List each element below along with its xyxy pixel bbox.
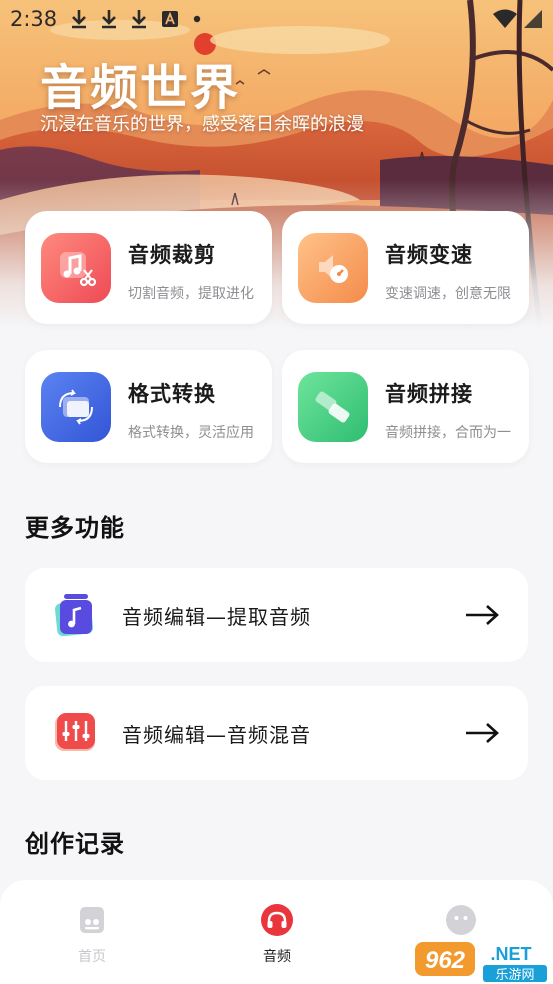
arrow-right-icon	[466, 605, 499, 625]
audio-cut-icon	[41, 233, 111, 303]
nav-tab-audio[interactable]: 音频	[237, 904, 317, 966]
feature-title: 音频裁剪	[128, 243, 216, 267]
download-icon	[102, 10, 117, 29]
section-title-records: 创作记录	[25, 830, 125, 858]
audio-merge-icon	[298, 372, 368, 442]
feature-card-audio-cut[interactable]: 音频裁剪 切割音频，提取进化	[25, 211, 272, 324]
feature-card-speed-change[interactable]: 音频变速 变速调速，创意无限	[282, 211, 529, 324]
feature-subtitle: 切割音频，提取进化	[128, 286, 254, 302]
svg-text:962: 962	[425, 947, 466, 974]
hero-subtitle: 沉浸在音乐的世界，感受落日余晖的浪漫	[40, 114, 364, 135]
download-icon	[72, 10, 87, 29]
more-item-extract-audio[interactable]: 音频编辑—提取音频	[25, 568, 528, 662]
speed-change-icon	[298, 233, 368, 303]
nav-label: 首页	[78, 949, 106, 965]
signal-icon	[524, 10, 542, 28]
feature-card-audio-merge[interactable]: 音频拼接 音频拼接，合而为一	[282, 350, 529, 463]
feature-subtitle: 格式转换，灵活应用	[128, 425, 254, 441]
dot-icon	[193, 15, 201, 23]
more-item-mixer[interactable]: 音频编辑—音频混音	[25, 686, 528, 780]
feature-title: 格式转换	[128, 382, 216, 406]
feature-subtitle: 音频拼接，合而为一	[385, 425, 511, 441]
font-a-icon	[162, 11, 179, 27]
status-bar: 2:38	[0, 0, 553, 38]
extract-audio-icon	[55, 594, 94, 637]
more-item-label: 音频编辑—音频混音	[122, 723, 311, 747]
format-convert-icon	[41, 372, 111, 442]
svg-text:.NET: .NET	[490, 944, 531, 964]
wifi-icon	[493, 9, 517, 28]
feature-card-format-convert[interactable]: 格式转换 格式转换，灵活应用	[25, 350, 272, 463]
download-icon	[132, 10, 147, 29]
home-icon	[80, 907, 104, 933]
arrow-right-icon	[466, 723, 499, 743]
nav-tab-home[interactable]: 首页	[52, 904, 132, 966]
feature-subtitle: 变速调速，创意无限	[385, 286, 511, 302]
feature-title: 音频变速	[385, 243, 473, 267]
hero-title: 音频世界	[40, 60, 241, 116]
status-time: 2:38	[10, 7, 58, 31]
profile-icon	[446, 905, 476, 935]
section-title-more: 更多功能	[25, 514, 125, 542]
notification-icons	[71, 9, 201, 29]
feature-title: 音频拼接	[385, 382, 473, 406]
svg-text:乐游网: 乐游网	[495, 968, 534, 983]
mixer-icon	[55, 713, 95, 751]
watermark-logo: 962 .NET 乐游网	[415, 942, 547, 983]
more-item-label: 音频编辑—提取音频	[122, 605, 311, 629]
status-right	[493, 9, 543, 29]
nav-label: 音频	[263, 949, 291, 965]
headphones-icon	[261, 904, 293, 936]
